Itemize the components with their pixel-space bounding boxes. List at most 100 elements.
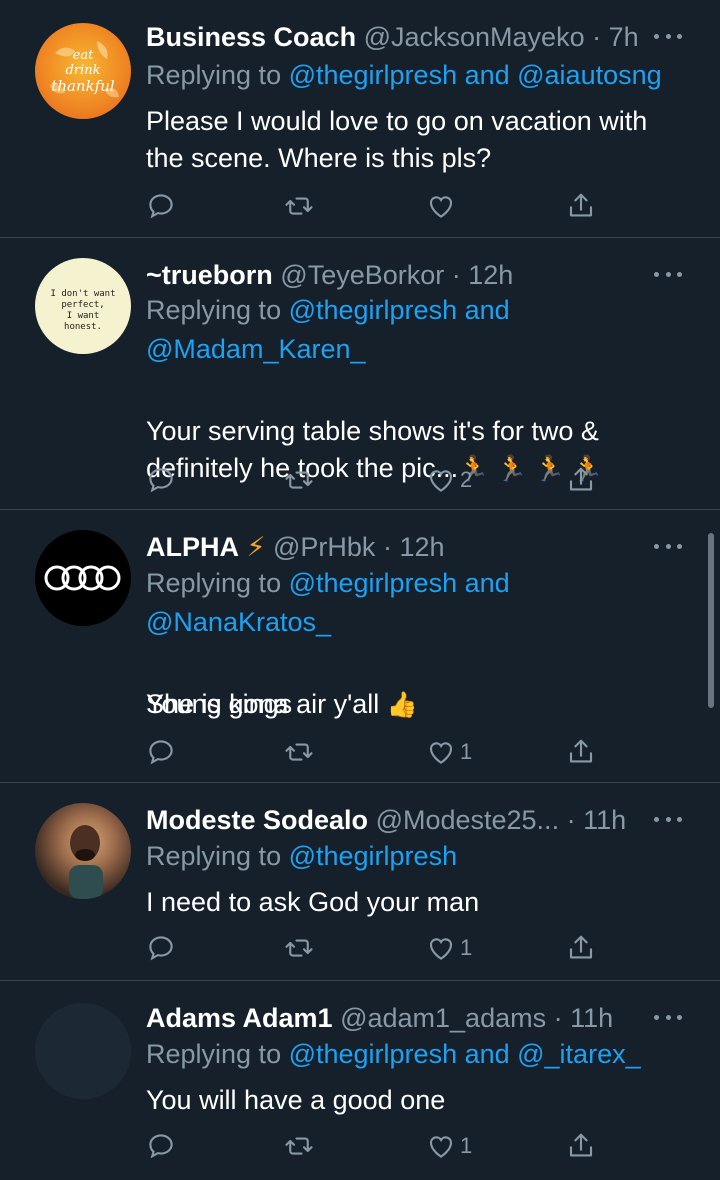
svg-text:I don't want: I don't want: [50, 289, 115, 299]
reply-prefix: Replying to: [146, 60, 289, 90]
like-button[interactable]: 1: [426, 1126, 472, 1166]
tweet-actions: 2: [146, 460, 626, 500]
avatar[interactable]: [35, 1003, 131, 1099]
scrollbar[interactable]: [708, 533, 714, 708]
share-button[interactable]: [566, 460, 596, 500]
display-name[interactable]: Adams Adam1: [146, 1003, 333, 1033]
retweet-button[interactable]: [284, 928, 314, 968]
replying-to: Replying to @thegirlpresh and: [146, 292, 510, 329]
like-icon: [429, 1136, 453, 1158]
tweet[interactable]: I don't want perfect, I want honest. ~tr…: [0, 238, 720, 510]
tweet[interactable]: ALPHA ⚡ @PrHbk · 12h Replying to @thegir…: [0, 510, 720, 783]
more-icon[interactable]: [654, 805, 682, 833]
tweet-header: ~trueborn @TeyeBorkor · 12h: [146, 258, 513, 292]
like-icon: [429, 742, 453, 764]
user-handle[interactable]: @adam1_adams: [340, 1003, 546, 1033]
tweet[interactable]: Adams Adam1 @adam1_adams · 11h Replying …: [0, 981, 720, 1180]
replying-to: Replying to @thegirlpresh and @aiautosng: [146, 57, 662, 94]
retweet-icon: [285, 1137, 313, 1155]
reply-button[interactable]: [146, 1126, 176, 1166]
svg-text:honest.: honest.: [64, 322, 102, 332]
retweet-button[interactable]: [284, 460, 314, 500]
tweet-actions: 1: [146, 732, 626, 772]
retweet-button[interactable]: [284, 1126, 314, 1166]
share-button[interactable]: [566, 732, 596, 772]
more-icon[interactable]: [654, 22, 682, 50]
svg-text:eat: eat: [73, 48, 94, 63]
avatar[interactable]: [35, 803, 131, 899]
like-count: 2: [460, 467, 473, 492]
like-button[interactable]: 1: [426, 732, 472, 772]
reply-prefix: Replying to: [146, 841, 289, 871]
share-icon: [569, 1133, 593, 1157]
retweet-icon: [285, 197, 313, 215]
replying-to-line2: @NanaKratos_: [146, 604, 331, 641]
replying-to: Replying to @thegirlpresh and: [146, 565, 510, 602]
tweet-header: Adams Adam1 @adam1_adams · 11h: [146, 1001, 613, 1035]
reply-icon: [149, 1134, 173, 1159]
more-icon[interactable]: [654, 532, 682, 560]
replying-to: Replying to @thegirlpresh and @_itarex_: [146, 1036, 641, 1073]
reply-mentions-2[interactable]: @NanaKratos_: [146, 607, 331, 637]
user-handle[interactable]: @JacksonMayeko: [364, 22, 585, 52]
avatar[interactable]: [35, 530, 131, 626]
reply-prefix: Replying to: [146, 295, 289, 325]
retweet-icon: [285, 939, 313, 957]
tweet-header: ALPHA ⚡ @PrHbk · 12h: [146, 530, 445, 564]
retweet-button[interactable]: [284, 732, 314, 772]
share-button[interactable]: [566, 186, 596, 226]
like-button[interactable]: [426, 186, 460, 226]
timestamp[interactable]: · 12h: [452, 260, 514, 290]
reply-button[interactable]: [146, 732, 176, 772]
tweet-text-line2: Young kings: [146, 689, 293, 719]
retweet-button[interactable]: [284, 186, 314, 226]
reply-button[interactable]: [146, 186, 176, 226]
retweet-icon: [285, 471, 313, 489]
reply-button[interactable]: [146, 928, 176, 968]
more-icon[interactable]: [654, 1003, 682, 1031]
reply-mentions[interactable]: @thegirlpresh: [289, 841, 458, 871]
like-count: 1: [460, 739, 473, 764]
reply-button[interactable]: [146, 460, 176, 500]
tweet-header: Business Coach @JacksonMayeko · 7h: [146, 20, 639, 54]
reply-mentions[interactable]: @thegirlpresh and: [289, 568, 510, 598]
display-name[interactable]: Modeste Sodealo: [146, 805, 368, 835]
replying-to: Replying to @thegirlpresh: [146, 838, 457, 875]
display-name[interactable]: ~trueborn: [146, 260, 273, 290]
share-button[interactable]: [566, 928, 596, 968]
display-name[interactable]: Business Coach: [146, 22, 356, 52]
reply-mentions[interactable]: @thegirlpresh and @_itarex_: [289, 1039, 641, 1069]
tweet-header: Modeste Sodealo @Modeste25... · 11h: [146, 803, 626, 837]
svg-text:thankful: thankful: [51, 77, 115, 95]
share-icon: [569, 193, 593, 217]
retweet-icon: [285, 743, 313, 761]
svg-text:drink: drink: [66, 63, 101, 78]
leaf-avatar-art: eat drink thankful: [50, 41, 119, 98]
tweet[interactable]: Modeste Sodealo @Modeste25... · 11h Repl…: [0, 783, 720, 981]
reply-mentions[interactable]: @thegirlpresh and @aiautosng: [289, 60, 662, 90]
user-handle[interactable]: @TeyeBorkor: [280, 260, 444, 290]
timestamp[interactable]: · 7h: [592, 22, 639, 52]
tweet-actions: 1: [146, 928, 626, 968]
reply-mentions[interactable]: @thegirlpresh and: [289, 295, 510, 325]
more-icon[interactable]: [654, 260, 682, 288]
avatar[interactable]: I don't want perfect, I want honest.: [35, 258, 131, 354]
replying-to-line2: @Madam_Karen_: [146, 331, 366, 368]
timestamp[interactable]: · 12h: [383, 532, 445, 562]
like-button[interactable]: 2: [426, 460, 472, 500]
timestamp[interactable]: · 11h: [554, 1003, 614, 1033]
tweet-text: Please I would love to go on vacation wi…: [146, 106, 648, 173]
user-handle[interactable]: @PrHbk: [273, 532, 375, 562]
quote-avatar-art: I don't want perfect, I want honest.: [50, 289, 115, 332]
display-name[interactable]: ALPHA: [146, 532, 239, 562]
like-button[interactable]: 1: [426, 928, 472, 968]
share-button[interactable]: [566, 1126, 596, 1166]
user-handle[interactable]: @Modeste25...: [376, 805, 560, 835]
like-icon: [429, 470, 453, 492]
reply-prefix: Replying to: [146, 568, 289, 598]
timestamp[interactable]: · 11h: [567, 805, 627, 835]
avatar[interactable]: eat drink thankful: [35, 23, 131, 119]
tweet[interactable]: eat drink thankful Business Coach @Jacks…: [0, 0, 720, 238]
reply-mentions-2[interactable]: @Madam_Karen_: [146, 334, 366, 364]
share-icon: [569, 467, 593, 491]
